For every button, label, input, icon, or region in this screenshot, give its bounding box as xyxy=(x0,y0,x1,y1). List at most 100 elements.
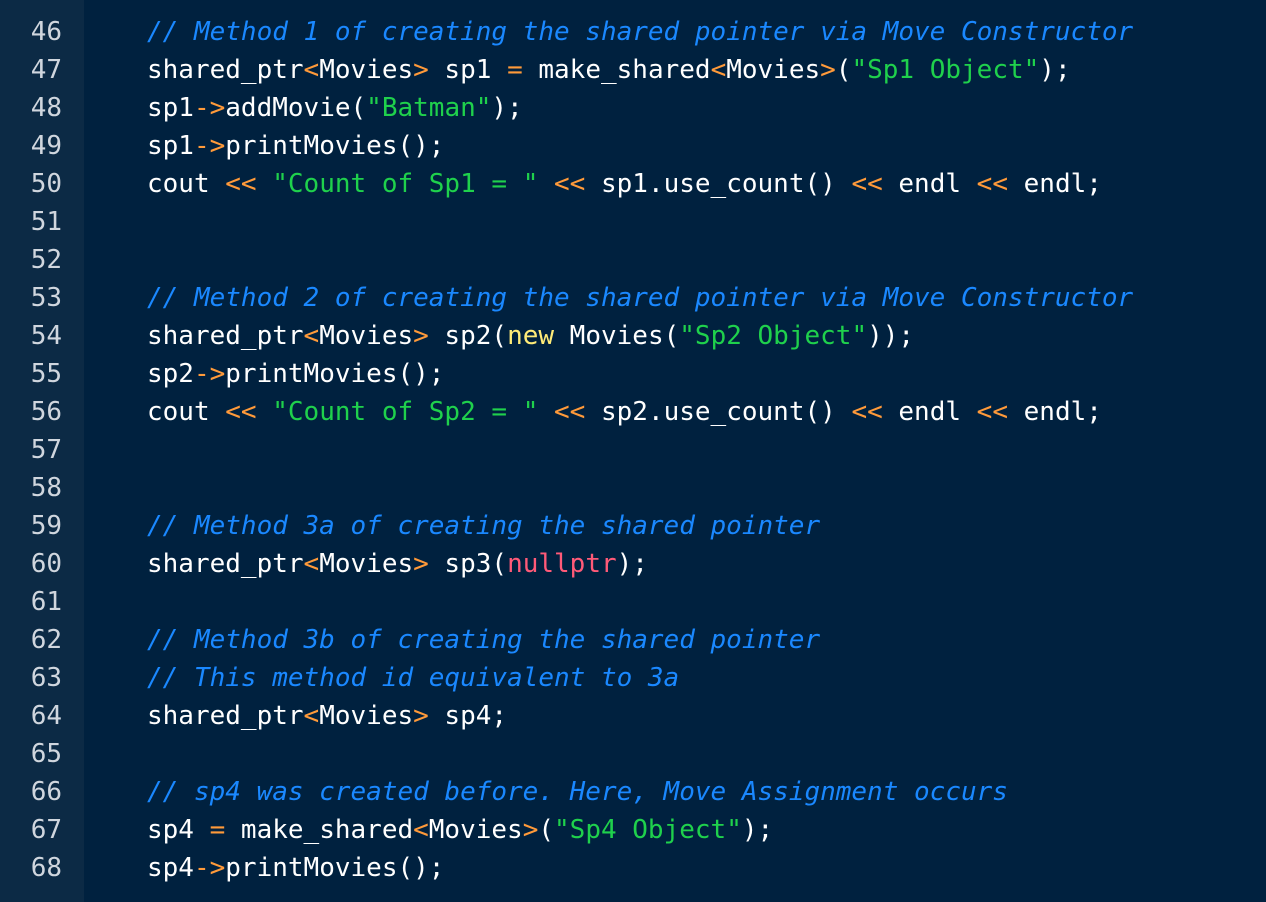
line-number: 61 xyxy=(30,587,62,617)
code-token: sp2.use_count() xyxy=(585,397,852,427)
line-number: 68 xyxy=(30,853,62,883)
line-number: 49 xyxy=(30,131,62,161)
code-token: << xyxy=(225,397,257,427)
code-token: = xyxy=(507,55,523,85)
code-text[interactable]: sp1->printMovies(); xyxy=(147,127,444,165)
line-number: 56 xyxy=(30,397,62,427)
code-text[interactable]: sp2->printMovies(); xyxy=(147,355,444,393)
code-line[interactable]: 63 // This method id equivalent to 3a xyxy=(0,659,1266,697)
code-token: "Count of Sp1 = " xyxy=(272,169,539,199)
code-text[interactable]: // Method 1 of creating the shared point… xyxy=(147,13,1133,51)
code-token: endl; xyxy=(1007,169,1102,199)
code-text[interactable]: // This method id equivalent to 3a xyxy=(147,659,679,697)
code-token: )); xyxy=(867,321,915,351)
code-line[interactable]: 49 sp1->printMovies(); xyxy=(0,127,1266,165)
code-line[interactable]: 55 sp2->printMovies(); xyxy=(0,355,1266,393)
code-line[interactable]: 68 sp4->printMovies(); xyxy=(0,849,1266,887)
code-line[interactable]: 67 sp4 = make_shared<Movies>("Sp4 Object"… xyxy=(0,811,1266,849)
code-line[interactable]: 65 xyxy=(0,735,1266,773)
code-token: // Method 2 of creating the shared point… xyxy=(147,283,1134,313)
code-token: ); xyxy=(491,93,523,123)
line-number: 59 xyxy=(30,511,62,541)
code-token: "Count of Sp2 = " xyxy=(272,397,539,427)
code-token: sp1 xyxy=(428,55,508,85)
code-token: < xyxy=(413,815,429,845)
code-line[interactable]: 46 // Method 1 of creating the shared poi… xyxy=(0,13,1266,51)
code-line[interactable]: 56 cout << "Count of Sp2 = " << sp2.use_c… xyxy=(0,393,1266,431)
code-token: shared_ptr xyxy=(147,549,304,579)
code-token: > xyxy=(413,701,429,731)
code-token: endl xyxy=(882,169,977,199)
code-editor[interactable]: 46 // Method 1 of creating the shared poi… xyxy=(0,0,1266,902)
code-text[interactable]: sp1->addMovie("Batman"); xyxy=(147,89,523,127)
code-line[interactable]: 48 sp1->addMovie("Batman"); xyxy=(0,89,1266,127)
code-token: << xyxy=(976,397,1008,427)
code-text[interactable]: shared_ptr<Movies> sp2(new Movies("Sp2 O… xyxy=(147,317,914,355)
code-token: ); xyxy=(1039,55,1071,85)
code-text[interactable]: cout << "Count of Sp2 = " << sp2.use_cou… xyxy=(147,393,1102,431)
code-token: -> xyxy=(193,93,226,123)
code-token: < xyxy=(303,321,320,351)
code-token: Movies xyxy=(319,321,414,351)
code-token: // Method 1 of creating the shared point… xyxy=(147,17,1134,47)
code-token: cout xyxy=(147,397,226,427)
code-text[interactable]: sp4 = make_shared<Movies>("Sp4 Object"); xyxy=(147,811,773,849)
line-number: 55 xyxy=(30,359,62,389)
line-number: 64 xyxy=(30,701,62,731)
code-line[interactable]: 54 shared_ptr<Movies> sp2(new Movies("Sp2… xyxy=(0,317,1266,355)
code-token: Movies xyxy=(726,55,821,85)
code-line[interactable]: 62 // Method 3b of creating the shared po… xyxy=(0,621,1266,659)
line-number: 46 xyxy=(30,17,62,47)
line-number: 63 xyxy=(30,663,62,693)
code-text[interactable]: shared_ptr<Movies> sp4; xyxy=(147,697,507,735)
code-token: Movies xyxy=(319,55,414,85)
code-text[interactable]: shared_ptr<Movies> sp3(nullptr); xyxy=(147,545,648,583)
line-number: 52 xyxy=(30,245,62,275)
code-line[interactable]: 53 // Method 2 of creating the shared poi… xyxy=(0,279,1266,317)
code-line[interactable]: 61 xyxy=(0,583,1266,621)
code-token: // sp4 was created before. Here, Move As… xyxy=(147,777,1008,807)
code-text[interactable]: // Method 3a of creating the shared poin… xyxy=(147,507,820,545)
code-token: > xyxy=(413,321,429,351)
code-text[interactable]: // sp4 was created before. Here, Move As… xyxy=(147,773,1008,811)
code-line[interactable]: 52 xyxy=(0,241,1266,279)
code-line[interactable]: 50 cout << "Count of Sp1 = " << sp1.use_c… xyxy=(0,165,1266,203)
code-token: sp4; xyxy=(428,701,508,731)
code-token: -> xyxy=(193,131,226,161)
code-text[interactable]: shared_ptr<Movies> sp1 = make_shared<Mov… xyxy=(147,51,1071,89)
code-line[interactable]: 51 xyxy=(0,203,1266,241)
line-number: 47 xyxy=(30,55,62,85)
code-token: < xyxy=(710,55,727,85)
code-line[interactable]: 60 shared_ptr<Movies> sp3(nullptr); xyxy=(0,545,1266,583)
code-token: endl; xyxy=(1007,397,1102,427)
code-text[interactable]: // Method 3b of creating the shared poin… xyxy=(147,621,820,659)
line-number: 67 xyxy=(30,815,62,845)
code-token: Movies xyxy=(428,815,523,845)
code-token: nullptr xyxy=(507,549,617,579)
code-line[interactable]: 58 xyxy=(0,469,1266,507)
line-number: 58 xyxy=(30,473,62,503)
code-line[interactable]: 57 xyxy=(0,431,1266,469)
code-text[interactable]: cout << "Count of Sp1 = " << sp1.use_cou… xyxy=(147,165,1102,203)
code-text[interactable]: // Method 2 of creating the shared point… xyxy=(147,279,1133,317)
code-token: << xyxy=(554,397,586,427)
line-number: 54 xyxy=(30,321,62,351)
code-line[interactable]: 64 shared_ptr<Movies> sp4; xyxy=(0,697,1266,735)
code-token: > xyxy=(820,55,836,85)
code-line[interactable]: 66 // sp4 was created before. Here, Move … xyxy=(0,773,1266,811)
code-token: < xyxy=(303,55,320,85)
code-line[interactable]: 47 shared_ptr<Movies> sp1 = make_shared<M… xyxy=(0,51,1266,89)
code-line[interactable]: 59 // Method 3a of creating the shared po… xyxy=(0,507,1266,545)
code-token: shared_ptr xyxy=(147,701,304,731)
code-text[interactable]: sp4->printMovies(); xyxy=(147,849,444,887)
line-number: 62 xyxy=(30,625,62,655)
code-token: // Method 3a of creating the shared poin… xyxy=(147,511,821,541)
line-number: 60 xyxy=(30,549,62,579)
code-token: sp4 xyxy=(147,853,194,883)
code-token: sp2 xyxy=(147,359,194,389)
line-number: 65 xyxy=(30,739,62,769)
